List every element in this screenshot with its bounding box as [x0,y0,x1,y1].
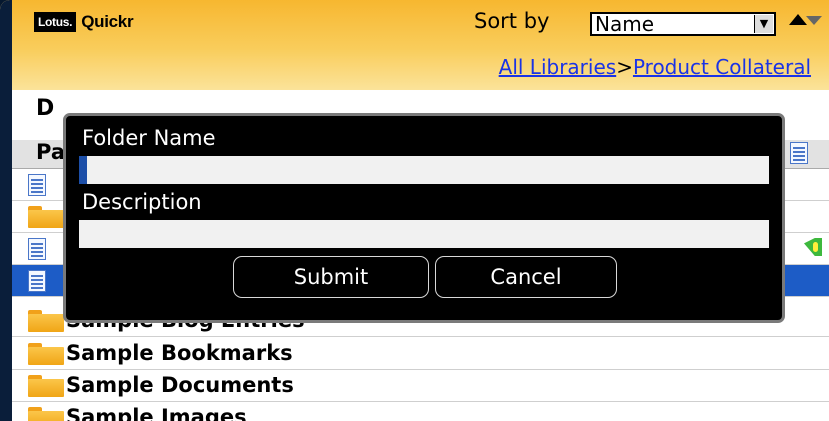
folder-icon [28,375,64,397]
app-frame: Lotus. Quickr Sort by Name ▼ All Librari… [0,0,829,421]
sort-select[interactable]: Name ▼ [590,12,776,36]
list-item[interactable]: Sample Images [0,402,829,421]
breadcrumb-separator: > [616,55,633,79]
folder-icon [28,310,64,332]
folder-icon [28,343,64,365]
folder-name-label: Folder Name [82,126,216,150]
folder-icon [28,206,64,228]
page-title: D [36,96,54,121]
list-item-label: Sample Images [66,405,247,421]
breadcrumb-product-collateral[interactable]: Product Collateral [633,55,811,79]
document-icon [28,270,46,292]
breadcrumb: All Libraries>Product Collateral [499,55,811,79]
document-icon [28,238,46,260]
sort-descending-icon[interactable] [806,16,822,25]
list-item-label: Sample Bookmarks [66,341,293,365]
list-item-label: Sample Documents [66,373,294,397]
submit-button[interactable]: Submit [233,256,429,298]
document-icon [28,174,46,196]
cancel-button[interactable]: Cancel [435,256,617,298]
text-cursor [79,156,87,184]
chevron-down-icon[interactable]: ▼ [754,15,773,33]
document-icon [790,142,808,164]
logo-text: Quickr [81,11,134,31]
sort-ascending-icon[interactable] [789,14,807,25]
sort-label: Sort by [474,9,550,33]
description-label: Description [82,190,202,214]
header-bar: Lotus. Quickr Sort by Name ▼ All Librari… [0,0,829,90]
description-input[interactable] [79,220,769,248]
page-title-text: D [36,96,55,121]
column-header-label[interactable]: Pa [36,140,65,164]
folder-icon [28,407,64,421]
list-item[interactable]: Sample Bookmarks [0,338,829,370]
new-folder-dialog: Folder Name Description Submit Cancel [63,113,785,323]
logo-mark: Lotus. [34,11,77,32]
breadcrumb-all-libraries[interactable]: All Libraries [499,55,617,79]
list-item[interactable]: Sample Documents [0,370,829,402]
sort-select-value: Name [595,12,655,36]
lotus-quickr-logo: Lotus. Quickr [34,9,134,34]
folder-name-input[interactable] [79,156,769,184]
